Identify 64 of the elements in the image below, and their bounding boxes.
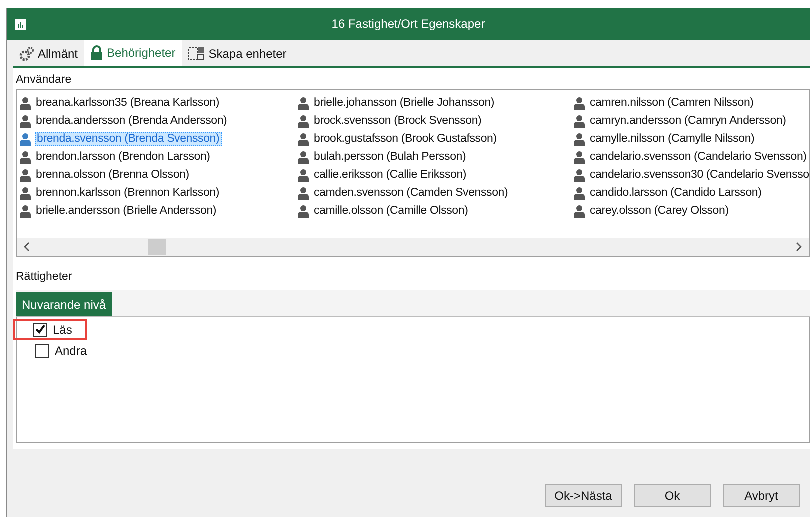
user-item[interactable]: camille.olsson (Camille Olsson): [313, 205, 470, 217]
gears-icon: [19, 46, 35, 62]
user-item[interactable]: brock.svensson (Brock Svensson): [313, 115, 483, 127]
tab[interactable]: Behörigheter: [84, 40, 182, 66]
user-icon: [20, 186, 31, 200]
scroll-left-icon[interactable]: [23, 242, 31, 252]
user-icon: [574, 186, 585, 200]
user-item[interactable]: breana.karlsson35 (Breana Karlsson): [35, 97, 220, 109]
permissions-label: Rättigheter: [16, 271, 74, 283]
scroll-right-icon[interactable]: [795, 242, 803, 252]
scrollbar-thumb[interactable]: [148, 239, 166, 255]
user-item[interactable]: brielle.andersson (Brielle Andersson): [35, 205, 218, 217]
user-item[interactable]: brenna.olsson (Brenna Olsson): [35, 169, 190, 181]
user-icon: [574, 96, 585, 110]
user-icon: [574, 114, 585, 128]
user-item[interactable]: brendon.larsson (Brendon Larsson): [35, 151, 212, 163]
user-icon: [20, 114, 31, 128]
user-icon: [20, 132, 31, 146]
checkbox[interactable]: [33, 322, 47, 336]
window-title: 16 Fastighet/Ort Egenskaper: [330, 17, 486, 31]
user-icon: [574, 132, 585, 146]
units-icon: [188, 46, 206, 62]
checkbox[interactable]: [35, 344, 49, 358]
user-item[interactable]: brennon.karlsson (Brennon Karlsson): [35, 187, 220, 199]
user-icon: [20, 204, 31, 218]
user-item[interactable]: brenda.andersson (Brenda Andersson): [35, 115, 228, 127]
checkbox-label: Andra: [54, 344, 87, 358]
cancel-button[interactable]: Avbryt: [723, 484, 800, 507]
user-icon: [298, 186, 309, 200]
user-item[interactable]: bulah.persson (Bulah Persson): [313, 151, 468, 163]
user-icon: [298, 204, 309, 218]
user-item[interactable]: candido.larsson (Candido Larsson): [589, 187, 763, 199]
user-icon: [574, 150, 585, 164]
user-icon: [20, 150, 31, 164]
checkbox-label: Läs: [53, 322, 72, 336]
user-item[interactable]: camylle.nilsson (Camylle Nilsson): [589, 133, 756, 145]
user-item[interactable]: carey.olsson (Carey Olsson): [589, 205, 730, 217]
users-label: Användare: [16, 74, 73, 86]
user-item[interactable]: brenda.svensson (Brenda Svensson): [35, 132, 222, 146]
ok-button[interactable]: Ok: [634, 484, 711, 507]
level-tab[interactable]: Nuvarande nivå: [16, 292, 112, 316]
user-item[interactable]: brook.gustafsson (Brook Gustafsson): [313, 133, 498, 145]
user-item[interactable]: camryn.andersson (Camryn Andersson): [589, 115, 788, 127]
chart-icon: [15, 18, 26, 30]
user-item[interactable]: candelario.svensson30 (Candelario Svensso: [589, 169, 809, 181]
user-item[interactable]: camden.svensson (Camden Svensson): [313, 187, 510, 199]
user-item[interactable]: brielle.johansson (Brielle Johansson): [313, 97, 496, 109]
user-icon: [298, 114, 309, 128]
user-icon: [574, 204, 585, 218]
user-icon: [20, 96, 31, 110]
lock-icon: [90, 45, 104, 61]
user-item[interactable]: camren.nilsson (Camren Nilsson): [589, 97, 755, 109]
user-icon: [298, 150, 309, 164]
tab[interactable]: Allmänt: [13, 42, 84, 66]
user-item[interactable]: callie.eriksson (Callie Eriksson): [313, 169, 468, 181]
user-item[interactable]: candelario.svensson (Candelario Svensson): [589, 151, 808, 163]
user-icon: [20, 168, 31, 182]
tab[interactable]: Skapa enheter: [182, 42, 293, 66]
horizontal-scrollbar[interactable]: [17, 238, 809, 256]
user-icon: [298, 168, 309, 182]
user-icon: [298, 96, 309, 110]
next-button[interactable]: Ok->Nästa: [545, 484, 622, 507]
user-icon: [574, 168, 585, 182]
user-icon: [298, 132, 309, 146]
